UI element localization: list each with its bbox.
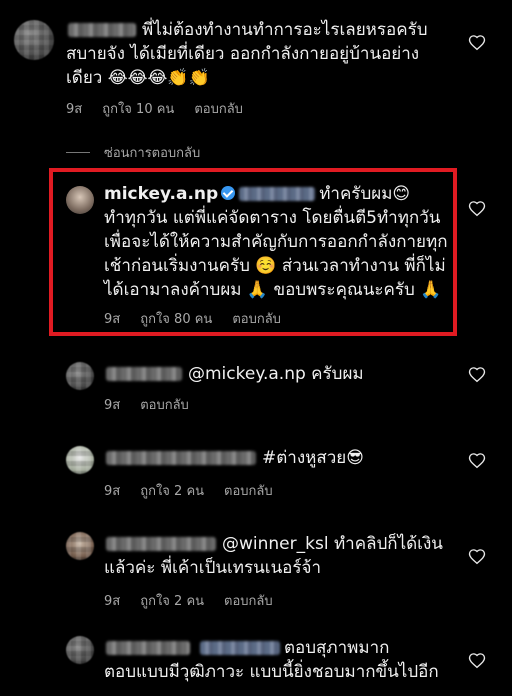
comment-time: 9ส — [104, 484, 121, 499]
username-redacted[interactable] — [68, 23, 136, 37]
comment-text: @winner_ksl ทำคลิปก็ได้เงิน แล้วค่ะ พี่เ… — [104, 534, 443, 578]
comment-text: ตอบสุภาพมาก ตอบแบบมีวุฒิภาวะ แบบนี้ยิ่งช… — [104, 638, 439, 682]
comment-meta: 9ส ถูกใจ 2 คน ตอบกลับ — [104, 590, 273, 611]
avatar[interactable] — [66, 636, 94, 664]
avatar[interactable] — [14, 20, 54, 60]
comment-text: #ต่างหูสวย😎 — [104, 446, 454, 470]
mention-redacted[interactable] — [200, 641, 280, 655]
reply-button[interactable]: ตอบกลับ — [224, 590, 273, 611]
avatar[interactable] — [66, 446, 94, 474]
verified-badge-icon — [221, 186, 236, 200]
username-redacted[interactable] — [106, 641, 190, 655]
hide-replies-label: ซ่อนการตอบกลับ — [104, 146, 201, 161]
comment-text: พี่ไม่ต้องทำงานทำการอะไรเลยหรอครับ สบายจ… — [66, 20, 428, 88]
heart-outline-icon[interactable] — [468, 200, 486, 218]
comment-time: 9ส — [104, 594, 121, 609]
reply-button[interactable]: ตอบกลับ — [194, 98, 243, 119]
reply-button[interactable]: ตอบกลับ — [232, 308, 281, 329]
username-redacted[interactable] — [106, 537, 216, 551]
reply-button[interactable]: ตอบกลับ — [224, 480, 273, 501]
mention-redacted[interactable] — [239, 187, 316, 201]
heart-outline-icon[interactable] — [468, 452, 486, 470]
comment-meta: 9ส ถูกใจ 10 คน ตอบกลับ — [66, 98, 243, 119]
likes-count[interactable]: ถูกใจ 80 คน — [140, 308, 212, 329]
username[interactable]: mickey.a.np — [104, 184, 218, 204]
reply-button[interactable]: ตอบกลับ — [140, 394, 189, 415]
username-redacted[interactable] — [106, 451, 256, 465]
divider-line — [66, 152, 90, 153]
heart-outline-icon[interactable] — [468, 366, 486, 384]
likes-count[interactable]: ถูกใจ 2 คน — [140, 480, 204, 501]
avatar[interactable] — [66, 186, 94, 214]
comment-text: mickey.a.np ทำครับผม😊 ทำทุกวัน แต่พี่แค่จ… — [104, 184, 448, 300]
heart-outline-icon[interactable] — [468, 34, 486, 52]
likes-count[interactable]: ถูกใจ 10 คน — [102, 98, 174, 119]
username-redacted[interactable] — [106, 367, 182, 381]
comments-thread: พี่ไม่ต้องทำงานทำการอะไรเลยหรอครับ สบายจ… — [0, 0, 512, 696]
comment-time: 9ส — [104, 312, 121, 327]
avatar[interactable] — [66, 362, 94, 390]
comment-text: @mickey.a.np ครับผม — [104, 362, 454, 386]
heart-outline-icon[interactable] — [468, 652, 486, 670]
likes-count[interactable]: ถูกใจ 2 คน — [140, 590, 204, 611]
comment-time: 9ส — [104, 398, 121, 413]
heart-outline-icon[interactable] — [468, 548, 486, 566]
avatar[interactable] — [66, 532, 94, 560]
comment-meta: 9ส ตอบกลับ — [104, 394, 189, 415]
comment-meta: 9ส ถูกใจ 2 คน ตอบกลับ — [104, 480, 273, 501]
comment-meta: 9ส ถูกใจ 80 คน ตอบกลับ — [104, 308, 281, 329]
comment-time: 9ส — [66, 102, 83, 117]
hide-replies-toggle[interactable]: ซ่อนการตอบกลับ — [66, 142, 200, 163]
